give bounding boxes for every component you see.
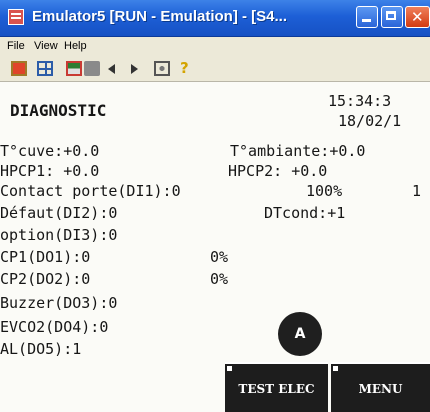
- dtcond-value: DTcond:+1: [264, 204, 346, 222]
- button-a[interactable]: A: [278, 312, 322, 356]
- stop-icon[interactable]: [11, 61, 27, 76]
- defaut-value: Défaut(DI2):0: [0, 204, 118, 222]
- menu-view[interactable]: View: [34, 40, 58, 52]
- menu-bar: File View Help: [0, 37, 430, 57]
- clock-date: 18/02/1: [338, 112, 402, 130]
- clock-time: 15:34:3: [328, 92, 392, 110]
- menu-file[interactable]: File: [7, 40, 25, 52]
- previous-icon[interactable]: [108, 64, 115, 74]
- maximize-button[interactable]: [381, 6, 403, 28]
- buzzer-value: Buzzer(DO3):0: [0, 294, 118, 312]
- t-cuve-value: T°cuve:+0.0: [0, 142, 100, 160]
- contact-porte-extra: 1: [412, 182, 422, 200]
- option-value: option(DI3):0: [0, 226, 118, 244]
- next-icon[interactable]: [131, 64, 138, 74]
- help-icon[interactable]: ?: [180, 59, 192, 77]
- cp1-percent: 0%: [210, 248, 229, 266]
- screen-heading: DIAGNOSTIC: [10, 101, 107, 120]
- menu-softkey[interactable]: MENU: [331, 362, 430, 412]
- grid-icon[interactable]: [37, 61, 53, 76]
- lcd-screen: DIAGNOSTIC 15:34:3 18/02/1 T°cuve:+0.0 T…: [0, 82, 430, 412]
- window-title: Emulator5 [RUN - Emulation] - [S4...: [32, 8, 288, 25]
- toolbar: ?: [0, 57, 430, 82]
- monitor-icon[interactable]: [66, 61, 82, 76]
- al-value: AL(DO5):1: [0, 340, 82, 358]
- title-bar[interactable]: Emulator5 [RUN - Emulation] - [S4...: [0, 0, 430, 37]
- hpcp1-value: HPCP1: +0.0: [0, 162, 100, 180]
- hpcp2-value: HPCP2: +0.0: [228, 162, 328, 180]
- test-elec-softkey[interactable]: TEST ELEC: [225, 362, 328, 412]
- cp2-value: CP2(DO2):0: [0, 270, 91, 288]
- t-ambiante-value: T°ambiante:+0.0: [230, 142, 366, 160]
- contact-porte-value: Contact porte(DI1):0: [0, 182, 181, 200]
- app-icon[interactable]: [8, 9, 24, 25]
- contact-porte-percent: 100%: [306, 182, 343, 200]
- cp2-percent: 0%: [210, 270, 229, 288]
- cp1-value: CP1(DO1):0: [0, 248, 91, 266]
- printer-icon[interactable]: [84, 61, 100, 76]
- close-button[interactable]: [405, 6, 430, 28]
- settings-icon[interactable]: [154, 61, 170, 76]
- minimize-button[interactable]: [356, 6, 378, 28]
- emulator-window: Emulator5 [RUN - Emulation] - [S4... Fil…: [0, 0, 430, 412]
- menu-help[interactable]: Help: [64, 40, 87, 52]
- evco2-value: EVCO2(DO4):0: [0, 318, 109, 336]
